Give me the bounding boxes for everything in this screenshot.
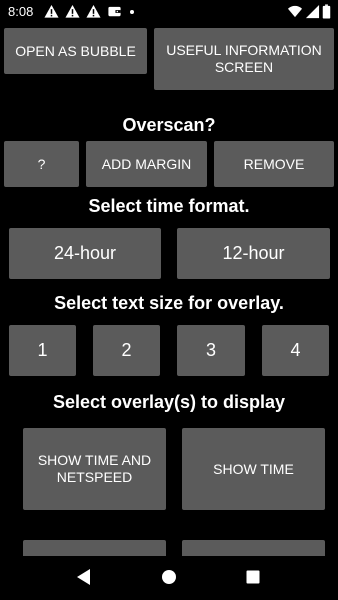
warning-icon (44, 4, 59, 18)
text-size-4-button[interactable]: 4 (262, 325, 329, 376)
text-size-2-button[interactable]: 2 (93, 325, 160, 376)
notification-dot-icon (130, 10, 134, 14)
time-24-hour-button[interactable]: 24-hour (9, 228, 161, 279)
text-size-3-button[interactable]: 3 (177, 325, 245, 376)
text-size-heading: Select text size for overlay. (54, 293, 284, 313)
overscan-heading: Overscan? (122, 115, 216, 135)
open-as-bubble-button[interactable]: OPEN AS BUBBLE (4, 28, 147, 74)
home-icon[interactable] (161, 569, 177, 585)
navigation-bar (0, 556, 338, 600)
add-margin-button[interactable]: ADD MARGIN (86, 141, 207, 187)
status-time: 8:08 (8, 4, 34, 19)
warning-icon (86, 4, 101, 18)
signal-icon (305, 4, 320, 19)
overscan-help-button[interactable]: ? (4, 141, 79, 187)
status-bar: 8:08 (0, 0, 338, 24)
recents-icon[interactable] (246, 570, 260, 584)
time-12-hour-button[interactable]: 12-hour (177, 228, 330, 279)
wifi-icon (287, 5, 303, 18)
wallet-icon (108, 6, 121, 17)
useful-information-button[interactable]: USEFUL INFORMATION SCREEN (154, 28, 334, 90)
remove-margin-button[interactable]: REMOVE (214, 141, 334, 187)
show-time-button[interactable]: SHOW TIME (182, 428, 325, 510)
warning-icon (65, 4, 80, 18)
time-format-heading: Select time format. (88, 196, 250, 216)
overlay-display-heading: Select overlay(s) to display (52, 392, 286, 412)
back-icon[interactable] (76, 568, 92, 586)
text-size-1-button[interactable]: 1 (9, 325, 76, 376)
show-time-and-netspeed-button[interactable]: SHOW TIME AND NETSPEED (23, 428, 166, 510)
battery-icon (322, 4, 331, 19)
